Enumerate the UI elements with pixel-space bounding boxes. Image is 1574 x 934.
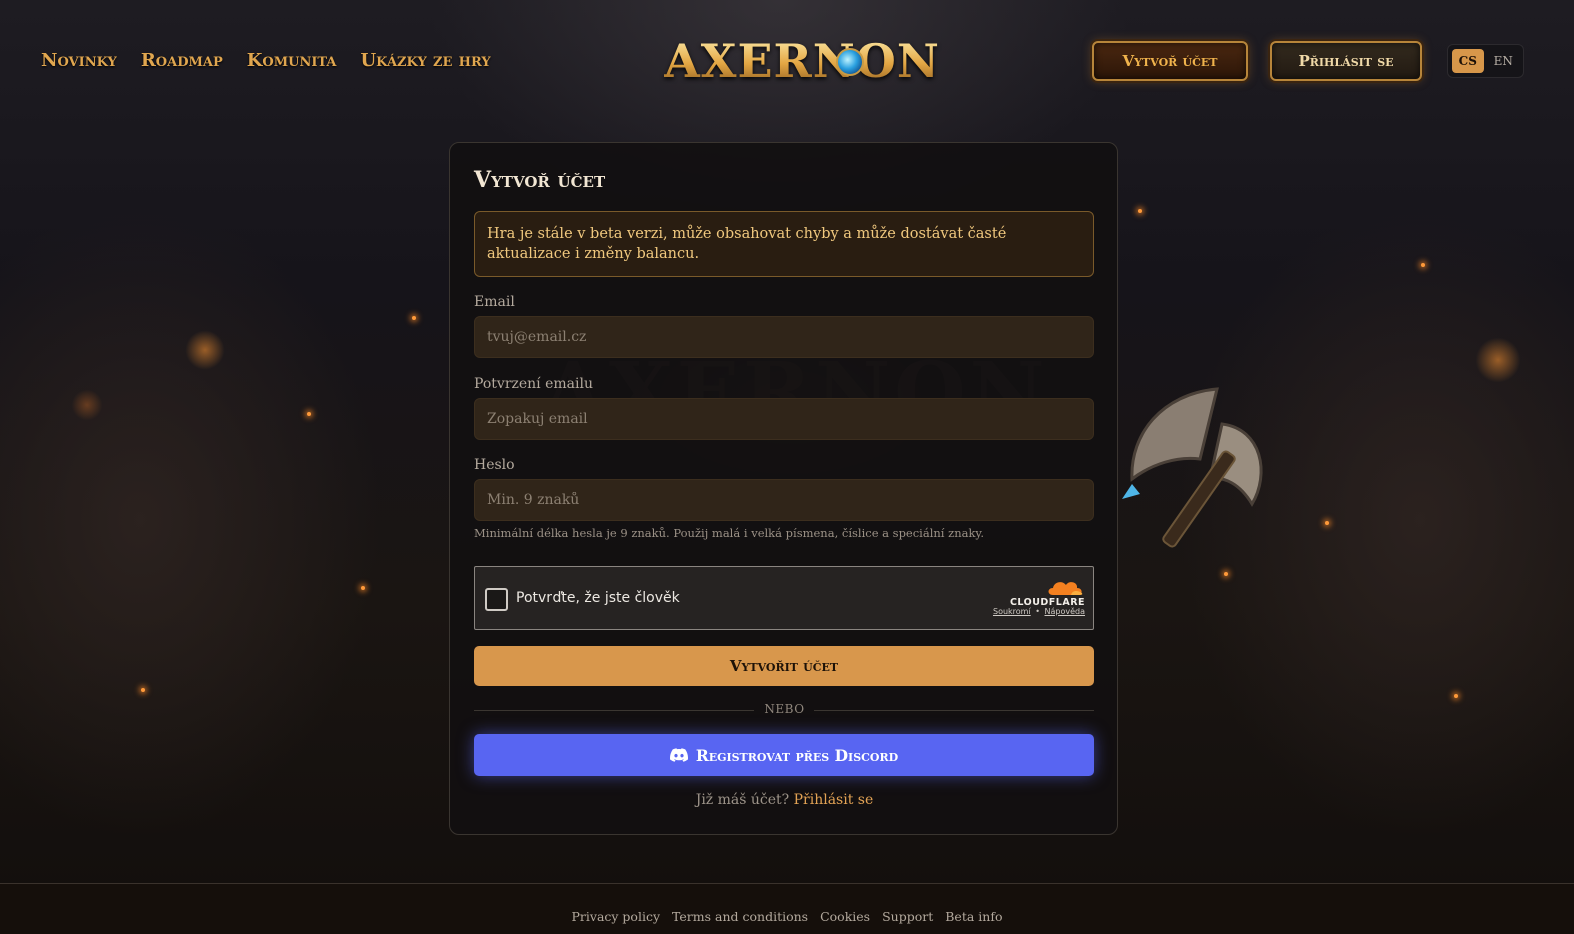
- password-input[interactable]: [474, 479, 1094, 521]
- captcha-links: Soukromí • Nápověda: [993, 607, 1085, 616]
- captcha-checkbox[interactable]: [485, 588, 508, 611]
- email-confirm-label: Potvrzení emailu: [474, 376, 593, 392]
- email-confirm-input[interactable]: [474, 398, 1094, 440]
- logo-wordmark: AXERNON: [664, 34, 940, 88]
- footer-link-beta-info[interactable]: Beta info: [945, 909, 1002, 924]
- password-hint: Minimální délka hesla je 9 znaků. Použij…: [474, 526, 985, 540]
- ember: [1421, 263, 1425, 267]
- footer-link-terms[interactable]: Terms and conditions: [672, 909, 808, 924]
- ember: [412, 316, 416, 320]
- captcha-label: Potvrďte, že jste člověk: [516, 590, 680, 606]
- language-option-en[interactable]: EN: [1488, 49, 1520, 73]
- email-label: Email: [474, 294, 515, 310]
- divider-right: [814, 710, 1094, 711]
- footer-link-cookies[interactable]: Cookies: [820, 909, 870, 924]
- language-switcher: CS EN: [1447, 44, 1524, 78]
- discord-register-label: Registrovat přes Discord: [695, 745, 899, 765]
- nav-link-community[interactable]: Komunita: [247, 50, 337, 71]
- discord-icon: [669, 748, 688, 762]
- footer: Privacy policy Terms and conditions Cook…: [0, 883, 1574, 934]
- ember: [1224, 572, 1228, 576]
- ember: [1454, 694, 1458, 698]
- footer-link-privacy[interactable]: Privacy policy: [572, 909, 661, 924]
- logo-gem-icon: [836, 48, 864, 76]
- captcha-privacy-link[interactable]: Soukromí: [993, 607, 1031, 616]
- header-login-button[interactable]: Přihlásit se: [1270, 41, 1422, 81]
- page-title: Vytvoř účet: [474, 167, 606, 193]
- site-logo[interactable]: AXERNON: [664, 28, 939, 94]
- login-prompt-text: Již máš účet?: [695, 792, 790, 808]
- login-prompt: Již máš účet? Přihlásit se: [450, 792, 1119, 808]
- nav-link-gameplay[interactable]: Ukázky ze hry: [360, 50, 490, 71]
- ember: [361, 586, 365, 590]
- language-option-cs[interactable]: CS: [1452, 49, 1484, 73]
- ember: [1138, 209, 1142, 213]
- or-divider-text: NEBO: [764, 702, 805, 716]
- header-create-account-button[interactable]: Vytvoř účet: [1092, 41, 1248, 81]
- beta-notice: Hra je stále v beta verzi, může obsahova…: [474, 211, 1094, 277]
- password-label: Heslo: [474, 457, 515, 473]
- ember: [307, 412, 311, 416]
- captcha-link-separator: •: [1035, 607, 1040, 616]
- axe-art: [1122, 387, 1263, 548]
- footer-link-support[interactable]: Support: [882, 909, 933, 924]
- nav-link-news[interactable]: Novinky: [41, 50, 117, 71]
- cloudflare-turnstile: Potvrďte, že jste člověk CLOUDFLARE Souk…: [474, 566, 1094, 630]
- create-account-button[interactable]: Vytvořit účet: [474, 646, 1094, 686]
- login-link[interactable]: Přihlásit se: [794, 792, 874, 808]
- email-input[interactable]: [474, 316, 1094, 358]
- ember: [141, 688, 145, 692]
- discord-register-button[interactable]: Registrovat přes Discord: [474, 734, 1094, 776]
- captcha-help-link[interactable]: Nápověda: [1045, 607, 1086, 616]
- main-nav: Novinky Roadmap Komunita Ukázky ze hry: [41, 50, 515, 71]
- cloudflare-cloud-icon: [1048, 582, 1083, 595]
- register-card: Vytvoř účet Hra je stále v beta verzi, m…: [449, 142, 1118, 835]
- ember: [1325, 521, 1329, 525]
- nav-link-roadmap[interactable]: Roadmap: [141, 50, 223, 71]
